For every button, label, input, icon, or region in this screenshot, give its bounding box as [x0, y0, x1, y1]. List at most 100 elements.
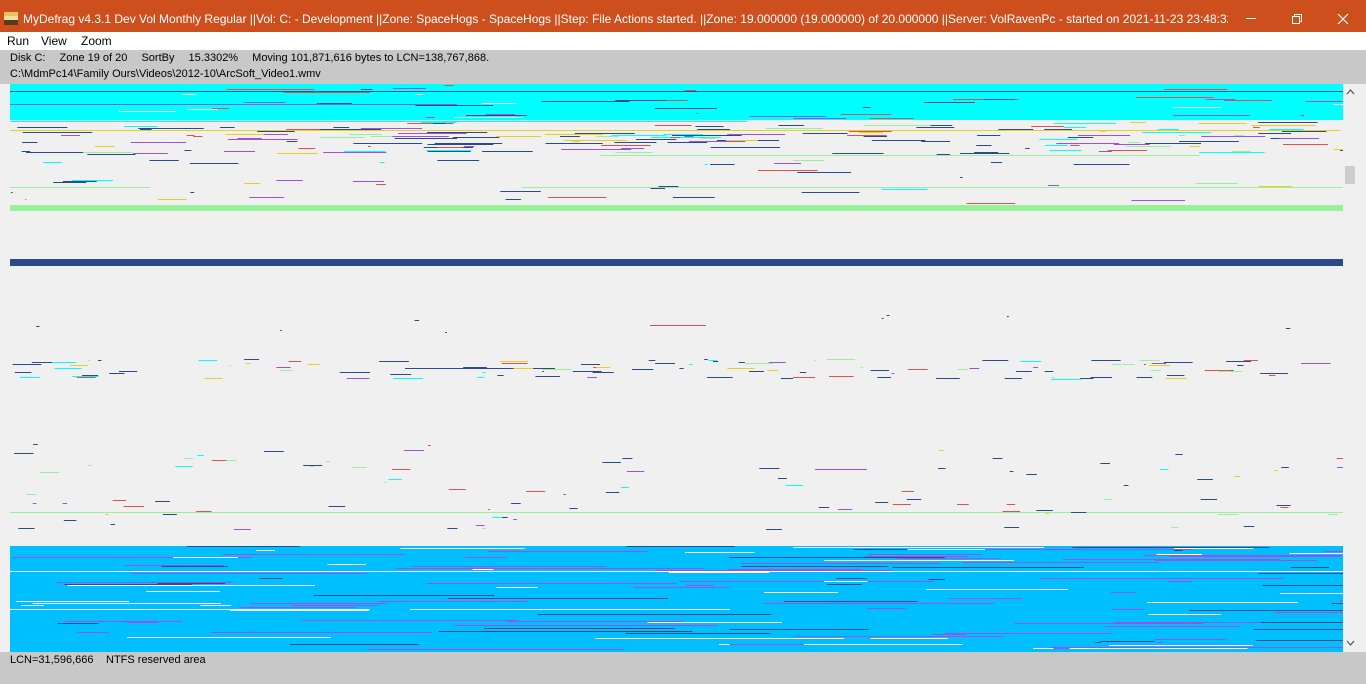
mft-fragment [1164, 89, 1228, 90]
file-fragment [749, 371, 764, 372]
file-fragment [592, 372, 614, 373]
spacehogs-fragment [1173, 548, 1254, 549]
file-fragment [672, 197, 715, 198]
file-fragment [10, 130, 230, 131]
file-fragment [1197, 479, 1213, 480]
mft-fragment [283, 92, 371, 93]
file-fragment [1128, 142, 1140, 143]
file-fragment [615, 152, 653, 153]
spacehogs-fragment [931, 634, 966, 635]
scroll-thumb[interactable] [1345, 166, 1355, 184]
file-fragment [513, 368, 534, 369]
menu-run[interactable]: Run [7, 34, 29, 48]
mft-fragment [415, 94, 424, 95]
file-fragment [61, 135, 81, 136]
mft-fragment [182, 94, 196, 95]
file-fragment [727, 368, 755, 369]
file-fragment [1306, 363, 1314, 364]
spacehogs-fragment [783, 601, 918, 602]
file-fragment [320, 137, 365, 138]
mft-fragment [444, 85, 454, 86]
spacehogs-fragment [410, 609, 730, 610]
menu-zoom[interactable]: Zoom [81, 34, 112, 48]
spacehogs-fragment [32, 603, 221, 604]
file-fragment [881, 318, 884, 319]
file-fragment [1258, 186, 1292, 187]
file-fragment [1091, 360, 1121, 361]
spacehogs-fragment [626, 546, 735, 547]
mft-fragment [455, 117, 524, 118]
mft-fragment [862, 107, 871, 108]
file-fragment [414, 320, 420, 321]
spacehogs-fragment [1053, 648, 1070, 649]
file-fragment [1009, 471, 1014, 472]
file-fragment [286, 141, 298, 142]
file-fragment [14, 372, 32, 373]
scroll-down-button[interactable] [1343, 636, 1357, 650]
file-fragment [10, 192, 13, 193]
file-fragment [1175, 454, 1183, 455]
file-fragment [774, 163, 801, 164]
file-fragment [20, 377, 40, 378]
file-fragment [303, 465, 323, 466]
spacehogs-fragment [1072, 547, 1270, 548]
file-fragment [1333, 149, 1343, 150]
file-fragment [123, 506, 145, 507]
file-fragment [223, 151, 255, 152]
file-fragment [886, 315, 890, 316]
file-fragment [87, 465, 92, 466]
file-fragment [229, 365, 232, 366]
spacehogs-fragment [21, 605, 44, 606]
spacehogs-fragment [256, 550, 275, 551]
file-fragment [712, 361, 719, 362]
scroll-up-button[interactable] [1343, 85, 1357, 99]
spacehogs-fragment [868, 554, 982, 555]
spacehogs-fragment [250, 603, 388, 604]
file-fragment [1039, 139, 1078, 140]
file-fragment [1136, 377, 1153, 378]
mft-fragment [793, 118, 847, 119]
file-fragment [799, 372, 807, 373]
file-fragment [1052, 377, 1055, 378]
vertical-scrollbar[interactable] [1343, 84, 1357, 652]
disk-map[interactable] [10, 84, 1343, 652]
sort-label: SortBy [141, 52, 175, 64]
file-fragment [1033, 367, 1038, 368]
spacehogs-fragment [167, 582, 233, 583]
file-fragment [309, 466, 315, 467]
spacehogs-fragment [794, 636, 1003, 637]
file-fragment [938, 468, 946, 469]
file-fragment [1047, 185, 1060, 186]
lcn-readout: LCN=31,596,666 [10, 654, 94, 666]
file-fragment [765, 128, 823, 129]
spacehogs-fragment [400, 548, 525, 549]
file-fragment [631, 369, 654, 370]
file-fragment [488, 509, 491, 510]
file-fragment [1279, 138, 1320, 139]
spacehogs-fragment [1321, 622, 1343, 623]
file-fragment [428, 445, 431, 446]
spacehogs-fragment [126, 622, 158, 623]
file-fragment [1049, 150, 1082, 151]
progress-percent: 15.3302% [188, 52, 239, 64]
menu-view[interactable]: View [41, 34, 67, 48]
file-fragment [87, 154, 136, 155]
mydefrag-app-icon[interactable] [4, 12, 18, 25]
spacehogs-fragment [301, 620, 518, 621]
file-fragment [1217, 514, 1239, 515]
file-fragment [437, 160, 480, 161]
free-space-band [10, 205, 1343, 211]
file-fragment [778, 478, 787, 479]
spacehogs-fragment [728, 569, 863, 570]
spacehogs-fragment [668, 572, 770, 573]
file-fragment [1026, 474, 1037, 475]
spacehogs-fragment [836, 578, 867, 579]
file-fragment [162, 514, 177, 515]
file-fragment [1090, 377, 1112, 378]
file-fragment [140, 129, 152, 130]
mft-fragment [1300, 115, 1304, 116]
file-fragment [1002, 511, 1021, 512]
file-fragment [1148, 143, 1201, 144]
file-fragment [622, 458, 633, 459]
spacehogs-fragment [864, 556, 970, 557]
